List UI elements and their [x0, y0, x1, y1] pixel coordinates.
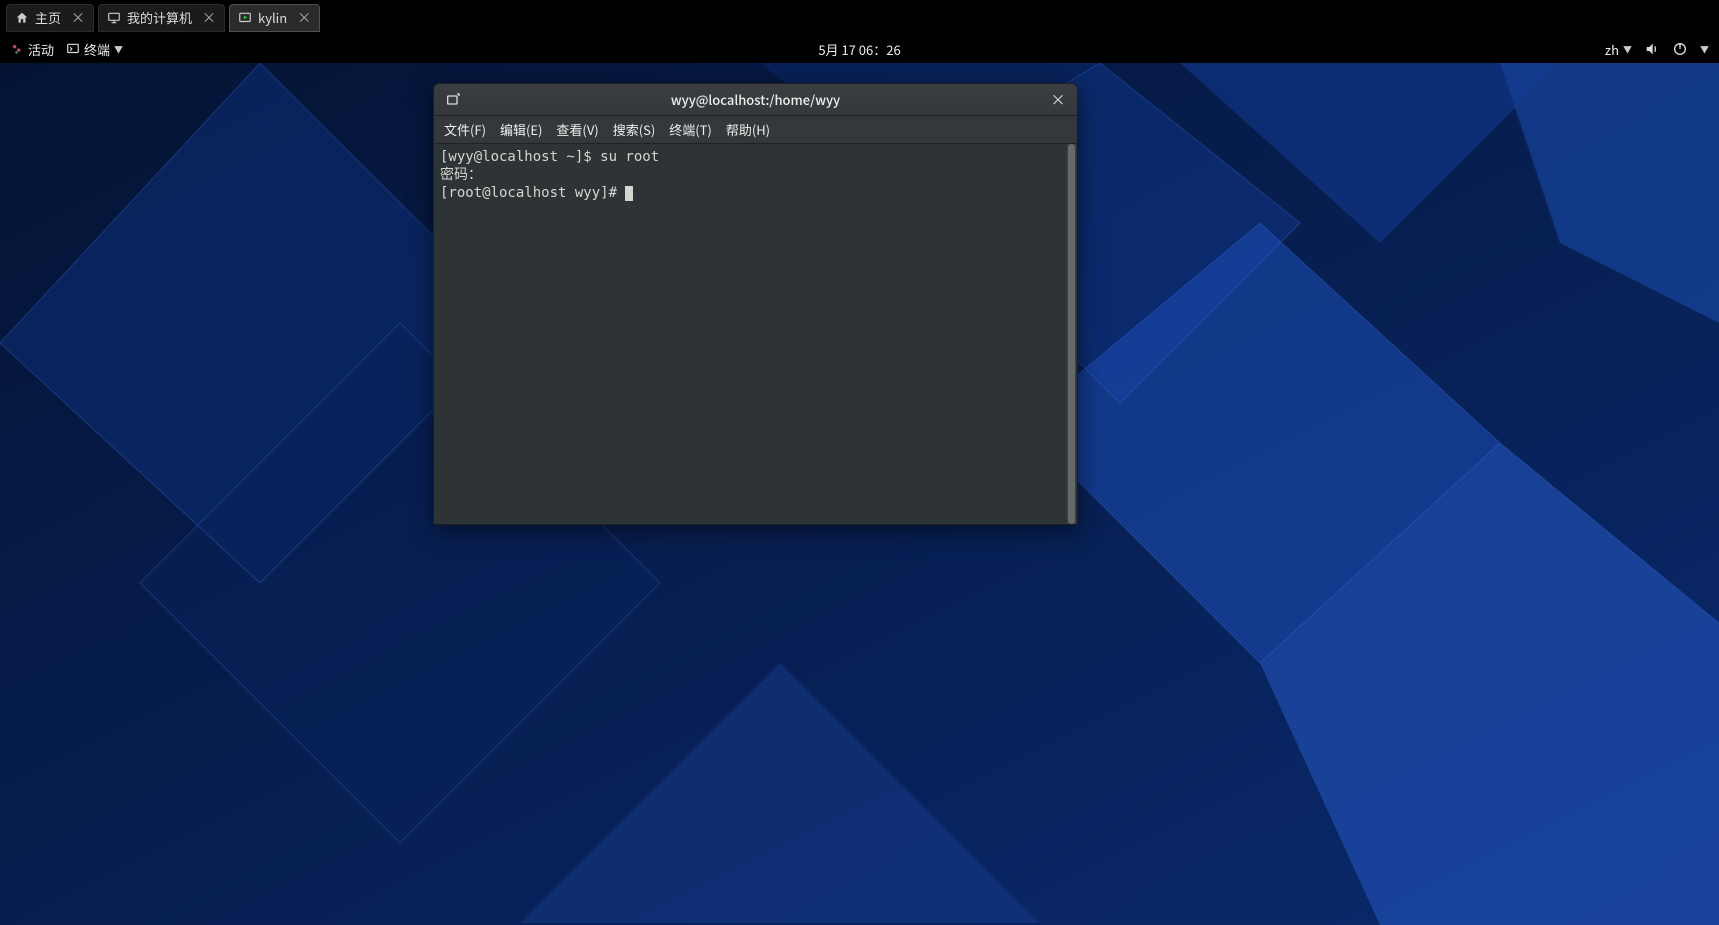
activities-button[interactable]: 活动: [10, 40, 54, 59]
workspace-tab-label: 我的计算机: [127, 8, 192, 27]
terminal-icon: [66, 42, 80, 56]
terminal-window[interactable]: wyy@localhost:/home/wyy × 文件(F) 编辑(E) 查看…: [433, 83, 1078, 525]
terminal-scrollbar[interactable]: [1067, 144, 1076, 524]
workspace-tab-label: kylin: [258, 8, 287, 27]
chevron-down-icon: ▼: [114, 43, 123, 56]
terminal-cursor: [625, 186, 633, 201]
workspace-tab-kylin[interactable]: kylin ×: [229, 4, 320, 32]
vm-play-icon: [238, 11, 252, 25]
close-icon[interactable]: ×: [297, 8, 311, 28]
menu-edit[interactable]: 编辑(E): [500, 120, 542, 139]
gnome-top-bar: 活动 终端 ▼ 5月 17 06：26 zh ▼ ▼: [0, 35, 1719, 63]
chevron-down-icon: ▼: [1700, 43, 1709, 56]
menu-view[interactable]: 查看(V): [556, 120, 598, 139]
workspace-tab-computer[interactable]: 我的计算机 ×: [98, 4, 225, 32]
monitor-icon: [107, 11, 121, 25]
terminal-line: 密码：: [440, 167, 482, 183]
menu-terminal[interactable]: 终端(T): [669, 120, 712, 139]
app-menu[interactable]: 终端 ▼: [66, 40, 123, 59]
terminal-title: wyy@localhost:/home/wyy: [671, 90, 840, 109]
workspace-tab-label: 主页: [35, 8, 61, 27]
menu-file[interactable]: 文件(F): [444, 120, 486, 139]
workspace-tab-home[interactable]: 主页 ×: [6, 4, 94, 32]
power-icon[interactable]: [1672, 41, 1688, 57]
window-close-button[interactable]: ×: [1049, 91, 1067, 109]
footprint-icon: [10, 42, 24, 56]
terminal-body[interactable]: [wyy@localhost ~]$ su root 密码： [root@loc…: [434, 144, 1077, 524]
terminal-line: [wyy@localhost ~]$ su root: [440, 149, 659, 165]
terminal-menubar: 文件(F) 编辑(E) 查看(V) 搜索(S) 终端(T) 帮助(H): [434, 116, 1077, 144]
terminal-titlebar[interactable]: wyy@localhost:/home/wyy ×: [434, 84, 1077, 116]
input-method-label: zh: [1605, 40, 1619, 59]
new-tab-icon[interactable]: [444, 91, 462, 109]
input-method-indicator[interactable]: zh ▼: [1605, 40, 1632, 59]
chevron-down-icon: ▼: [1623, 43, 1632, 56]
app-menu-label: 终端: [84, 40, 110, 59]
terminal-line: [root@localhost wyy]#: [440, 185, 625, 201]
workspace-tab-bar: 主页 × 我的计算机 × kylin ×: [0, 0, 1719, 35]
activities-label: 活动: [28, 40, 54, 59]
close-icon[interactable]: ×: [71, 8, 85, 28]
menu-search[interactable]: 搜索(S): [613, 120, 656, 139]
clock-label[interactable]: 5月 17 06：26: [818, 40, 900, 59]
scrollbar-thumb[interactable]: [1068, 144, 1075, 524]
volume-icon[interactable]: [1644, 41, 1660, 57]
close-icon[interactable]: ×: [202, 8, 216, 28]
menu-help[interactable]: 帮助(H): [726, 120, 770, 139]
home-icon: [15, 11, 29, 25]
